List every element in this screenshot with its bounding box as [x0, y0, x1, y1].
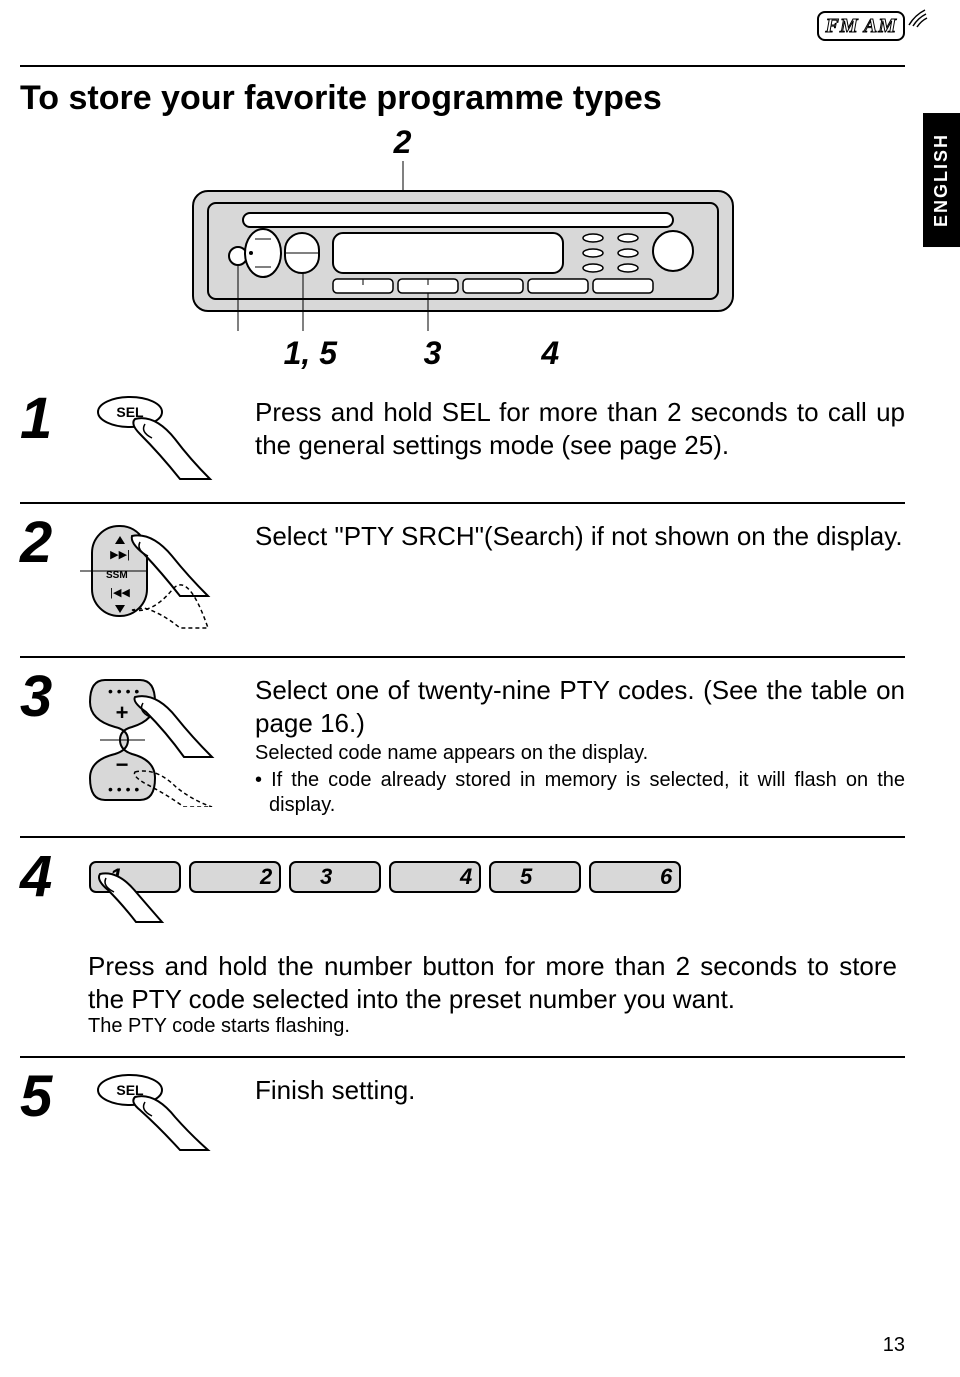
svg-text:5: 5	[520, 864, 533, 889]
svg-text:6: 6	[660, 864, 673, 889]
svg-text:SSM: SSM	[106, 570, 128, 581]
step-3-bullet: • If the code already stored in memory i…	[255, 768, 905, 818]
radio-waves-icon	[907, 7, 935, 35]
step-4-main: Press and hold the number button for mor…	[20, 950, 905, 1015]
fm-am-badge: FM AM	[817, 15, 905, 38]
step-1: 1 SEL Press and hold SEL for more than 2…	[20, 380, 905, 502]
step-4-num: 4	[20, 848, 80, 906]
svg-text:+: +	[116, 700, 129, 725]
callout-4: 4	[541, 335, 681, 372]
step-5-icon: SEL	[80, 1068, 255, 1152]
step-5-text: Finish setting.	[255, 1074, 905, 1107]
step-2-text: Select "PTY SRCH"(Search) if not shown o…	[255, 520, 905, 553]
svg-text:|◀◀: |◀◀	[110, 587, 130, 599]
step-1-text: Press and hold SEL for more than 2 secon…	[255, 396, 905, 461]
svg-text:2: 2	[259, 864, 273, 889]
step-1-num: 1	[20, 390, 80, 448]
step-3-main: Select one of twenty-nine PTY codes. (Se…	[255, 674, 905, 739]
svg-text:• • • •: • • • •	[108, 781, 139, 797]
language-tab: ENGLISH	[923, 113, 960, 247]
step-3: 3 • • • • + − • • • • Select one of twen…	[20, 658, 905, 836]
page-number: 13	[883, 1334, 905, 1357]
svg-text:−: −	[116, 752, 129, 777]
step-1-icon: SEL	[80, 390, 255, 484]
step-4-sub: The PTY code starts flashing.	[20, 1015, 905, 1038]
step-2: 2 ▶▶| SSM |◀◀ Select "PTY SRCH"(Search) …	[20, 504, 905, 656]
page-title: To store your favorite programme types	[20, 79, 905, 118]
callout-3: 3	[403, 335, 463, 372]
radio-diagram: 2 1, 5 3	[20, 124, 905, 372]
callout-2: 2	[0, 124, 905, 161]
top-rule	[20, 65, 905, 67]
number-buttons-icon: 1 2 3 4 5 6	[80, 848, 700, 926]
step-2-num: 2	[20, 514, 80, 572]
callout-1-5: 1, 5	[284, 335, 394, 372]
fm-am-text: FM AM	[825, 15, 897, 37]
step-5: 5 SEL Finish setting.	[20, 1058, 905, 1158]
step-4: 4 1 2 3 4 5 6	[20, 838, 905, 1056]
step-2-icon: ▶▶| SSM |◀◀	[80, 514, 255, 638]
step-3-sub: Selected code name appears on the displa…	[255, 741, 905, 766]
step-5-num: 5	[20, 1068, 80, 1126]
step-3-num: 3	[20, 668, 80, 726]
step-3-icon: • • • • + − • • • •	[80, 668, 255, 807]
svg-text:3: 3	[320, 864, 332, 889]
svg-text:▶▶|: ▶▶|	[110, 549, 130, 561]
svg-text:4: 4	[459, 864, 472, 889]
